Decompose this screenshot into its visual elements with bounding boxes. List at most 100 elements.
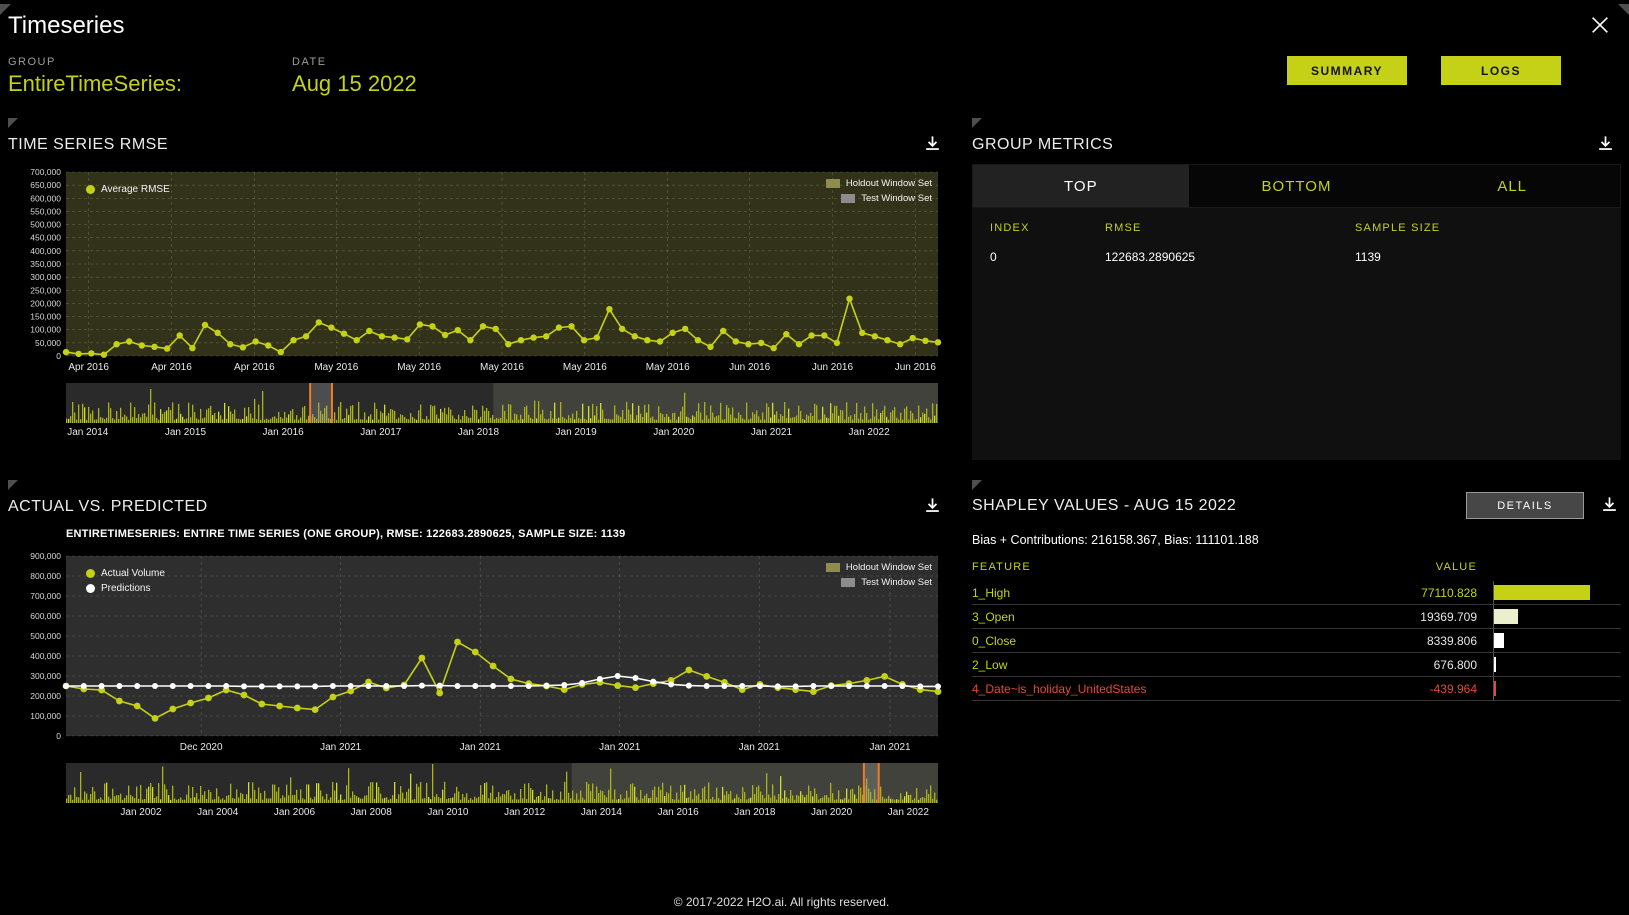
svg-text:Jan 2021: Jan 2021: [320, 742, 362, 753]
shapley-row: 0_Close 8339.806: [972, 629, 1621, 653]
avp-legend: Actual Volume Predictions: [86, 568, 165, 594]
tab-top[interactable]: TOP: [973, 165, 1189, 207]
col-header-sample-size: SAMPLE SIZE: [1355, 222, 1621, 234]
bias-contributions-text: Bias + Contributions: 216158.367, Bias: …: [972, 533, 1621, 547]
table-row[interactable]: 0: [990, 250, 1105, 264]
test-swatch-icon: [841, 578, 855, 587]
svg-text:700,000: 700,000: [30, 591, 61, 601]
svg-text:350,000: 350,000: [30, 259, 61, 269]
svg-text:900,000: 900,000: [30, 551, 61, 561]
avp-download-button[interactable]: [921, 494, 944, 520]
svg-text:Jan 2020: Jan 2020: [811, 807, 853, 818]
holdout-swatch-icon: [826, 179, 840, 188]
summary-button[interactable]: SUMMARY: [1287, 56, 1407, 85]
svg-text:200,000: 200,000: [30, 298, 61, 308]
svg-text:Jan 2002: Jan 2002: [120, 807, 162, 818]
svg-text:300,000: 300,000: [30, 671, 61, 681]
shapley-row: 4_Date~is_holiday_UnitedStates -439.964: [972, 677, 1621, 701]
svg-text:400,000: 400,000: [30, 651, 61, 661]
svg-text:Jun 2016: Jun 2016: [812, 362, 854, 373]
feature-value: -439.964: [1366, 682, 1481, 696]
shapley-bar: [1494, 681, 1496, 696]
svg-text:Apr 2016: Apr 2016: [68, 362, 109, 373]
group-metrics-table: INDEX RMSE SAMPLE SIZE 0 122683.2890625 …: [972, 208, 1621, 460]
rmse-chart-svg: 050,000100,000150,000200,000250,000300,0…: [8, 164, 946, 376]
shapley-row: 1_High 77110.828: [972, 581, 1621, 605]
header-row: GROUP EntireTimeSeries: DATE Aug 15 2022…: [0, 50, 1629, 112]
svg-text:Dec 2020: Dec 2020: [180, 742, 223, 753]
logs-button[interactable]: LOGS: [1441, 56, 1561, 85]
svg-text:May 2016: May 2016: [646, 362, 690, 373]
svg-text:Jan 2022: Jan 2022: [849, 427, 891, 438]
shapley-column-headers: FEATURE VALUE: [972, 561, 1621, 581]
tab-bottom[interactable]: BOTTOM: [1189, 165, 1405, 207]
copyright-text: © 2017-2022 H2O.ai. All rights reserved.: [0, 895, 1563, 909]
svg-text:Jan 2008: Jan 2008: [351, 807, 393, 818]
feature-value: 77110.828: [1366, 586, 1481, 600]
value-column-header: VALUE: [1366, 561, 1481, 573]
shapley-panel: SHAPLEY VALUES - AUG 15 2022 DETAILS Bia…: [972, 480, 1621, 824]
table-row[interactable]: 1139: [1355, 250, 1621, 264]
avp-timeline-navigator[interactable]: Jan 2002Jan 2004Jan 2006Jan 2008Jan 2010…: [8, 761, 946, 819]
rmse-timeline-navigator[interactable]: Jan 2014Jan 2015Jan 2016Jan 2017Jan 2018…: [8, 381, 946, 439]
svg-text:Jan 2021: Jan 2021: [869, 742, 911, 753]
title-bar: Timeseries: [0, 0, 1629, 50]
rmse-legend: Average RMSE: [86, 184, 170, 195]
predictions-legend-label: Predictions: [101, 583, 150, 594]
avp-subtitle: ENTIRETIMESERIES: ENTIRE TIME SERIES (ON…: [8, 526, 948, 548]
feature-value: 676.800: [1366, 658, 1481, 672]
avp-chart: 0100,000200,000300,000400,000500,000600,…: [8, 548, 948, 761]
shapley-download-button[interactable]: [1598, 493, 1621, 519]
svg-text:Jan 2021: Jan 2021: [460, 742, 502, 753]
download-icon: [1600, 502, 1619, 517]
svg-text:May 2016: May 2016: [563, 362, 607, 373]
rmse-download-button[interactable]: [921, 132, 944, 158]
svg-text:Apr 2016: Apr 2016: [151, 362, 192, 373]
svg-text:Jan 2016: Jan 2016: [658, 807, 700, 818]
shapley-bar-cell: [1493, 629, 1621, 652]
svg-text:Jan 2006: Jan 2006: [274, 807, 316, 818]
rmse-panel: TIME SERIES RMSE 050,000100,000150,00020…: [8, 118, 948, 460]
svg-text:Jan 2014: Jan 2014: [67, 427, 109, 438]
holdout-legend-label: Holdout Window Set: [846, 562, 932, 573]
svg-text:600,000: 600,000: [30, 611, 61, 621]
svg-text:Jan 2021: Jan 2021: [751, 427, 793, 438]
svg-text:Jan 2022: Jan 2022: [888, 807, 930, 818]
shapley-bar: [1494, 633, 1504, 648]
feature-name: 2_Low: [972, 658, 1366, 672]
avp-window-legend: Holdout Window Set Test Window Set: [826, 562, 932, 588]
date-info: DATE Aug 15 2022: [292, 56, 417, 97]
shapley-bar: [1494, 585, 1590, 600]
tab-all[interactable]: ALL: [1404, 165, 1620, 207]
feature-name: 1_High: [972, 586, 1366, 600]
svg-text:800,000: 800,000: [30, 571, 61, 581]
page-title: Timeseries: [8, 12, 124, 40]
close-button[interactable]: [1587, 12, 1613, 41]
shapley-title: SHAPLEY VALUES - AUG 15 2022: [972, 497, 1236, 515]
details-button[interactable]: DETAILS: [1466, 492, 1584, 519]
svg-text:500,000: 500,000: [30, 220, 61, 230]
holdout-legend-label: Holdout Window Set: [846, 178, 932, 189]
download-icon: [1596, 141, 1615, 156]
rmse-window-legend: Holdout Window Set Test Window Set: [826, 178, 932, 204]
feature-column-header: FEATURE: [972, 561, 1366, 573]
group-info: GROUP EntireTimeSeries:: [8, 56, 182, 97]
svg-text:May 2016: May 2016: [397, 362, 441, 373]
group-metrics-download-button[interactable]: [1594, 132, 1617, 158]
download-icon: [923, 503, 942, 518]
svg-text:50,000: 50,000: [35, 338, 61, 348]
average-rmse-dot-icon: [86, 185, 95, 194]
feature-name: 3_Open: [972, 610, 1366, 624]
feature-name: 0_Close: [972, 634, 1366, 648]
test-swatch-icon: [841, 194, 855, 203]
svg-text:Jan 2018: Jan 2018: [734, 807, 776, 818]
svg-text:Apr 2016: Apr 2016: [234, 362, 275, 373]
svg-text:Jan 2018: Jan 2018: [458, 427, 500, 438]
col-header-rmse: RMSE: [1105, 222, 1355, 234]
table-row[interactable]: 122683.2890625: [1105, 250, 1355, 264]
svg-text:300,000: 300,000: [30, 272, 61, 282]
svg-text:May 2016: May 2016: [480, 362, 524, 373]
svg-text:500,000: 500,000: [30, 631, 61, 641]
col-header-index: INDEX: [990, 222, 1105, 234]
svg-text:Jan 2017: Jan 2017: [360, 427, 402, 438]
